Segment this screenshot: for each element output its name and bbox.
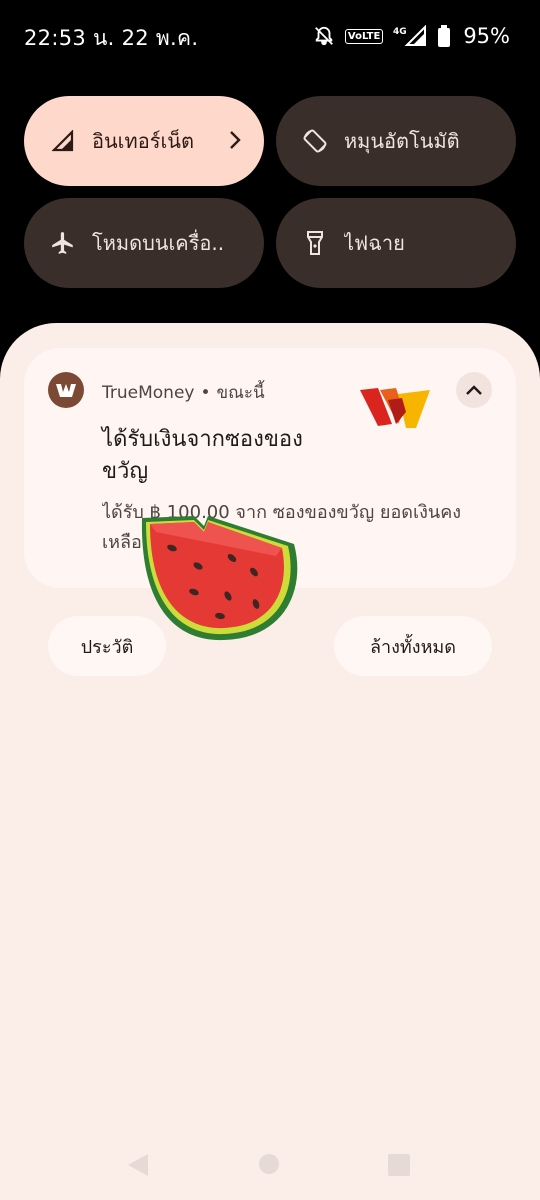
watermelon-sticker (136, 508, 302, 648)
flashlight-icon (302, 230, 328, 256)
tile-flashlight[interactable]: ไฟฉาย (276, 198, 516, 288)
navigation-bar (0, 1140, 540, 1190)
collapse-button[interactable] (456, 372, 492, 408)
status-bar: 22:53 น. 22 พ.ค. VoLTE 4G 95% (0, 0, 540, 72)
tile-label: หมุนอัตโนมัติ (344, 129, 460, 153)
signal-icon: 4G (393, 25, 427, 47)
separator-dot: • (200, 383, 211, 403)
do-not-disturb-icon (313, 25, 335, 47)
tile-label: โหมดบนเครื่อ.. (92, 231, 225, 255)
status-icons: VoLTE 4G 95% (313, 24, 510, 48)
chevron-up-icon (465, 381, 483, 400)
history-button[interactable]: ประวัติ (48, 616, 166, 676)
notification-title: ได้รับเงินจากซองของขวัญ (102, 427, 303, 484)
airplane-icon (50, 230, 76, 256)
tile-auto-rotate[interactable]: หมุนอัตโนมัติ (276, 96, 516, 186)
status-time: 22:53 น. 22 พ.ค. (24, 26, 199, 50)
home-icon[interactable] (259, 1154, 279, 1174)
tile-internet[interactable]: อินเทอร์เน็ต (24, 96, 264, 186)
battery-percent: 95% (463, 24, 510, 48)
volte-icon: VoLTE (344, 28, 384, 44)
tile-label: ไฟฉาย (344, 231, 405, 255)
recents-icon[interactable] (388, 1154, 410, 1176)
signal-icon (50, 128, 76, 154)
clear-all-button[interactable]: ล้างทั้งหมด (334, 616, 492, 676)
notification-time: ขณะนี้ (216, 383, 265, 403)
truemoney-logo (358, 384, 432, 434)
svg-text:4G: 4G (393, 27, 407, 37)
truemoney-app-icon (48, 372, 84, 408)
battery-icon (437, 25, 451, 47)
notification-header: TrueMoney • ขณะนี้ (102, 379, 265, 406)
app-name: TrueMoney (102, 383, 195, 403)
tile-airplane-mode[interactable]: โหมดบนเครื่อ.. (24, 198, 264, 288)
chevron-right-icon (228, 129, 242, 155)
auto-rotate-icon (302, 128, 328, 154)
back-icon[interactable] (126, 1152, 150, 1182)
tile-label: อินเทอร์เน็ต (92, 129, 194, 153)
